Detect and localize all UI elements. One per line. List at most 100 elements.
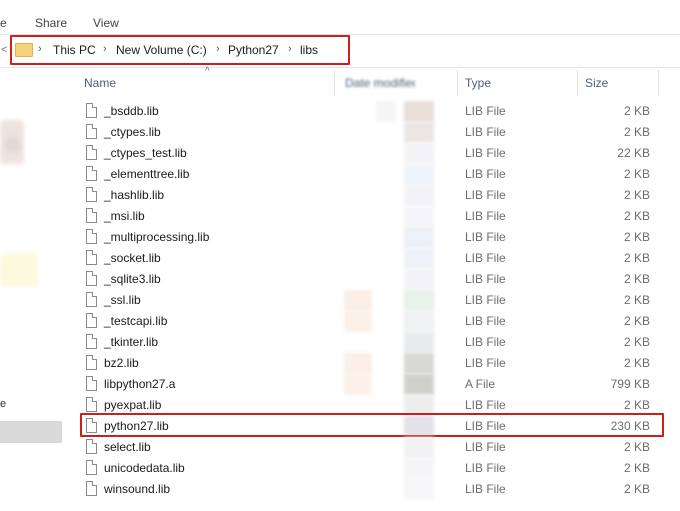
- file-name: _hashlib.lib: [104, 188, 165, 202]
- file-size: 799 KB: [610, 377, 650, 391]
- file-type: LIB File: [465, 251, 506, 265]
- ribbon-tab-file[interactable]: e: [0, 16, 7, 30]
- file-size: 2 KB: [623, 314, 650, 328]
- file-size: 22 KB: [617, 146, 650, 160]
- file-size: 2 KB: [623, 167, 650, 181]
- column-header-row: ^ Name Date modified Type Size: [70, 66, 680, 96]
- file-row[interactable]: _socket.lib LIB File 2 KB: [82, 248, 672, 269]
- column-header-name[interactable]: Name: [84, 76, 116, 90]
- file-type: A File: [465, 377, 496, 391]
- file-type: LIB File: [465, 293, 506, 307]
- file-icon: [86, 250, 97, 265]
- file-type: LIB File: [465, 335, 506, 349]
- blurred-date: [344, 248, 434, 269]
- blurred-nav-item: [6, 138, 20, 152]
- file-icon: [86, 376, 97, 391]
- column-divider[interactable]: [334, 70, 335, 96]
- file-row[interactable]: _msi.lib LIB File 2 KB: [82, 206, 672, 227]
- file-size: 2 KB: [623, 398, 650, 412]
- file-icon: [86, 124, 97, 139]
- file-row-python27[interactable]: python27.lib LIB File 230 KB: [80, 413, 672, 437]
- file-icon: [86, 208, 97, 223]
- file-row[interactable]: select.lib LIB File 2 KB: [82, 437, 672, 458]
- ribbon: e Share View: [0, 0, 680, 32]
- file-type: LIB File: [465, 356, 506, 370]
- file-row[interactable]: bz2.lib LIB File 2 KB: [82, 353, 672, 374]
- file-icon: [86, 187, 97, 202]
- file-name: libpython27.a: [104, 377, 176, 391]
- file-row[interactable]: _bsddb.lib LIB File 2 KB: [82, 101, 672, 122]
- file-type: LIB File: [465, 125, 506, 139]
- column-header-date[interactable]: Date modified: [345, 76, 415, 90]
- file-type: LIB File: [465, 440, 506, 454]
- blurred-date: [344, 101, 434, 122]
- file-name: unicodedata.lib: [104, 461, 185, 475]
- file-row[interactable]: unicodedata.lib LIB File 2 KB: [82, 458, 672, 479]
- file-type: LIB File: [465, 104, 506, 118]
- blurred-date: [344, 122, 434, 143]
- nav-arrow-icon[interactable]: <: [1, 44, 7, 56]
- file-size: 2 KB: [623, 461, 650, 475]
- file-row[interactable]: _tkinter.lib LIB File 2 KB: [82, 332, 672, 353]
- file-icon: [86, 439, 97, 454]
- nav-item-selected[interactable]: [0, 421, 62, 443]
- ribbon-tab-view[interactable]: View: [93, 16, 119, 30]
- file-type: LIB File: [465, 167, 506, 181]
- file-size: 2 KB: [623, 251, 650, 265]
- file-size: 2 KB: [623, 209, 650, 223]
- file-icon: [86, 460, 97, 475]
- file-size: 2 KB: [623, 230, 650, 244]
- blurred-date: [344, 374, 434, 395]
- file-row[interactable]: _ctypes.lib LIB File 2 KB: [82, 122, 672, 143]
- file-row[interactable]: _ssl.lib LIB File 2 KB: [82, 290, 672, 311]
- ribbon-tab-share[interactable]: Share: [35, 16, 67, 30]
- column-divider[interactable]: [577, 70, 578, 96]
- file-icon: [86, 334, 97, 349]
- file-type: LIB File: [465, 482, 506, 496]
- file-row[interactable]: _hashlib.lib LIB File 2 KB: [82, 185, 672, 206]
- blurred-date: [344, 437, 434, 458]
- file-row[interactable]: _ctypes_test.lib LIB File 22 KB: [82, 143, 672, 164]
- blurred-date: [344, 185, 434, 206]
- file-name: bz2.lib: [104, 356, 139, 370]
- file-name: _ssl.lib: [104, 293, 141, 307]
- blurred-date: [344, 143, 434, 164]
- file-icon: [86, 481, 97, 496]
- file-name: _sqlite3.lib: [104, 272, 161, 286]
- file-icon: [86, 103, 97, 118]
- file-row[interactable]: _multiprocessing.lib LIB File 2 KB: [82, 227, 672, 248]
- file-name: _ctypes_test.lib: [104, 146, 187, 160]
- file-type: LIB File: [465, 209, 506, 223]
- column-header-type[interactable]: Type: [465, 76, 491, 90]
- file-row[interactable]: _testcapi.lib LIB File 2 KB: [82, 311, 672, 332]
- blurred-date: [344, 269, 434, 290]
- blurred-date: [344, 332, 434, 353]
- file-row[interactable]: winsound.lib LIB File 2 KB: [82, 479, 672, 500]
- file-row[interactable]: _sqlite3.lib LIB File 2 KB: [82, 269, 672, 290]
- file-name: _ctypes.lib: [104, 125, 161, 139]
- file-name: _bsddb.lib: [104, 104, 159, 118]
- address-bar[interactable]: < › This PC › New Volume (C:) › Python27…: [0, 34, 680, 68]
- column-header-size[interactable]: Size: [585, 76, 608, 90]
- blurred-date: [344, 227, 434, 248]
- nav-item-label[interactable]: e: [0, 398, 6, 410]
- file-type: LIB File: [465, 146, 506, 160]
- file-type: LIB File: [465, 314, 506, 328]
- file-row[interactable]: libpython27.a A File 799 KB: [82, 374, 672, 395]
- file-name: _tkinter.lib: [104, 335, 159, 349]
- file-type: LIB File: [465, 188, 506, 202]
- blurred-date: [344, 353, 434, 374]
- file-type: LIB File: [465, 230, 506, 244]
- blurred-date: [344, 164, 434, 185]
- file-icon: [86, 397, 97, 412]
- blurred-date: [344, 479, 434, 500]
- file-size: 2 KB: [623, 482, 650, 496]
- column-divider[interactable]: [457, 70, 458, 96]
- file-row[interactable]: _elementtree.lib LIB File 2 KB: [82, 164, 672, 185]
- column-divider[interactable]: [658, 70, 659, 96]
- file-size: 2 KB: [623, 125, 650, 139]
- file-size: 2 KB: [623, 272, 650, 286]
- file-name: pyexpat.lib: [104, 398, 162, 412]
- file-size: 2 KB: [623, 440, 650, 454]
- file-name: _testcapi.lib: [104, 314, 168, 328]
